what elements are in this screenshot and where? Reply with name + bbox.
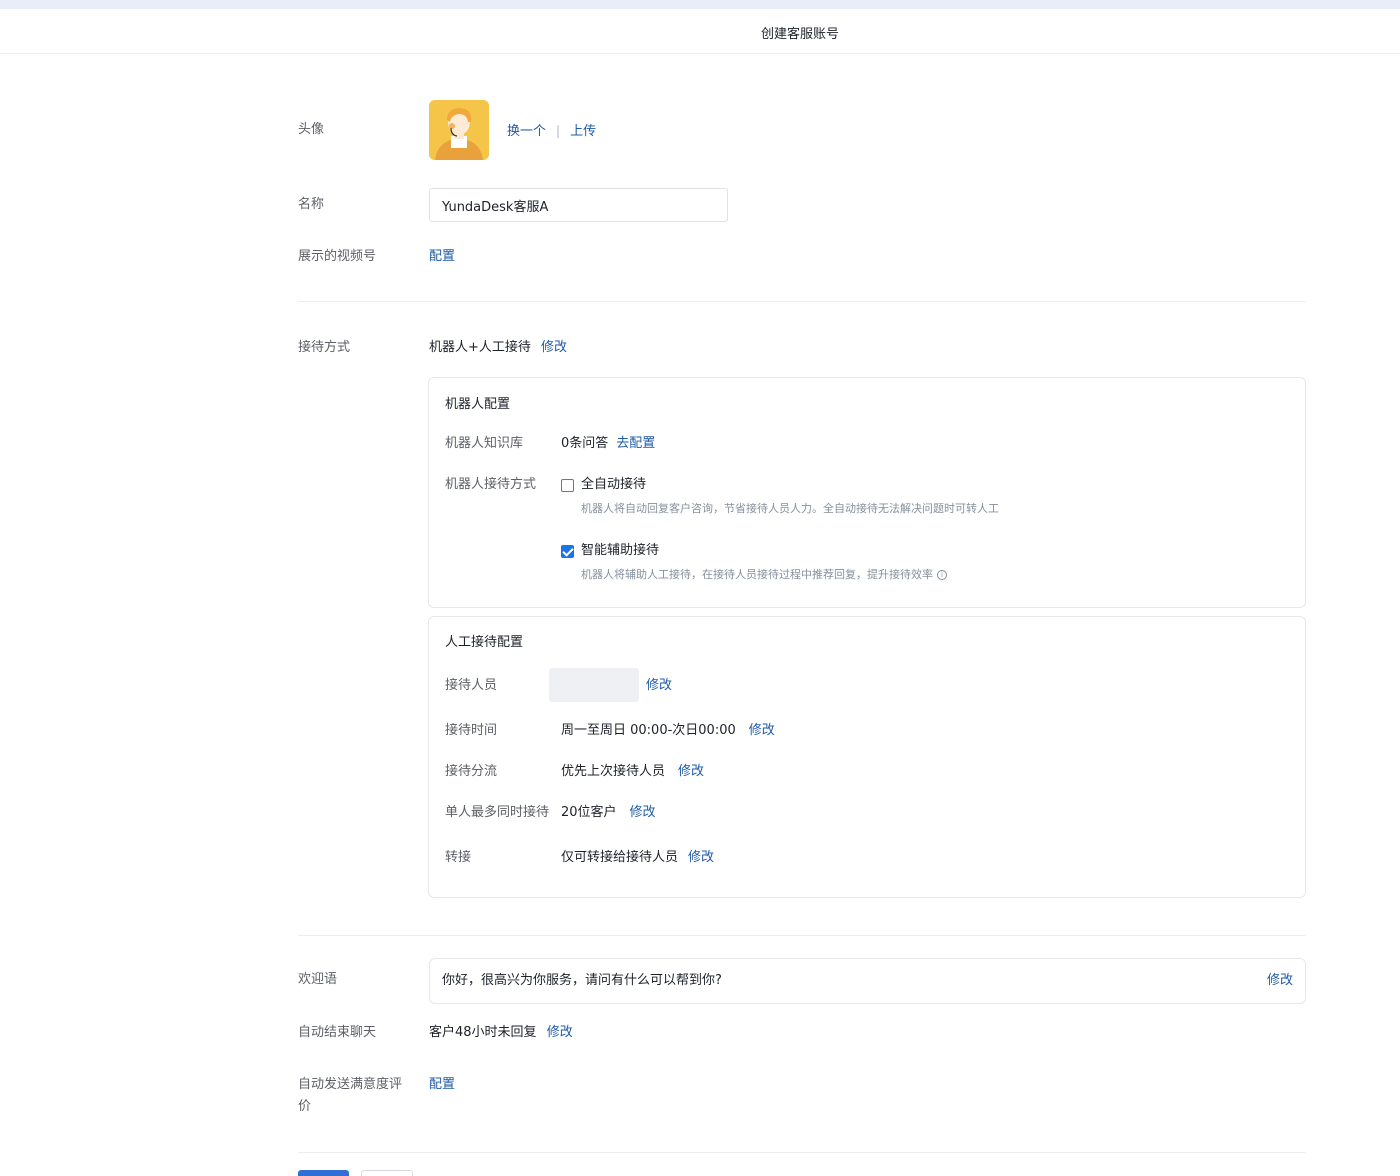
- human-config-title: 人工接待配置: [445, 635, 524, 650]
- top-strip: [0, 0, 1400, 9]
- robot-config-card: 机器人配置 机器人知识库 0条问答 去配置 机器人接待方式 全自动接待 机器人将自…: [428, 377, 1306, 608]
- satisfaction-label: 自动发送满意度评 价: [298, 1074, 402, 1118]
- dispatch-label: 接待分流: [445, 764, 498, 779]
- robot-mode-label: 机器人接待方式: [445, 477, 537, 492]
- welcome-message-text: 你好，很高兴为你服务，请问有什么可以帮到你?: [442, 973, 722, 988]
- transfer-row: 仅可转接给接待人员 修改: [561, 848, 714, 868]
- time-value: 周一至周日 00:00-次日00:00: [561, 723, 736, 738]
- time-row: 周一至周日 00:00-次日00:00 修改: [561, 721, 775, 741]
- avatar-actions: 换一个 | 上传: [507, 120, 596, 143]
- avatar: [429, 100, 489, 160]
- transfer-label: 转接: [445, 850, 472, 865]
- welcome-edit-link[interactable]: 修改: [1267, 971, 1293, 991]
- max-concurrent-label: 单人最多同时接待: [445, 805, 550, 820]
- divider: [298, 935, 1306, 936]
- time-edit-link[interactable]: 修改: [749, 723, 775, 738]
- satisfaction-label-line1: 自动发送满意度评: [298, 1077, 403, 1092]
- reception-mode-label: 接待方式: [298, 340, 351, 355]
- full-auto-label[interactable]: 全自动接待: [581, 475, 646, 495]
- human-config-card: 人工接待配置 接待人员 修改 接待时间 周一至周日 00:00-次日00:00 修…: [428, 616, 1306, 898]
- avatar-image: [429, 100, 489, 160]
- full-auto-description: 机器人将自动回复客户咨询，节省接待人员人力。全自动接待无法解决问题时可转人工: [581, 502, 999, 515]
- video-config-link[interactable]: 配置: [429, 246, 455, 268]
- video-account-label: 展示的视频号: [298, 249, 377, 264]
- robot-kb-label: 机器人知识库: [445, 436, 524, 451]
- auto-end-label: 自动结束聊天: [298, 1025, 377, 1040]
- confirm-button[interactable]: [298, 1170, 349, 1176]
- staff-label: 接待人员: [445, 678, 498, 693]
- info-icon[interactable]: i: [937, 570, 947, 580]
- welcome-label: 欢迎语: [298, 972, 338, 987]
- staff-edit-link[interactable]: 修改: [646, 676, 672, 696]
- dispatch-row: 优先上次接待人员 修改: [561, 762, 704, 782]
- dispatch-edit-link[interactable]: 修改: [678, 764, 704, 779]
- smart-assist-label[interactable]: 智能辅助接待: [581, 541, 659, 561]
- auto-end-value: 客户48小时未回复: [429, 1025, 537, 1040]
- full-auto-checkbox[interactable]: [561, 479, 574, 492]
- satisfaction-label-line2: 价: [298, 1099, 312, 1114]
- time-label: 接待时间: [445, 723, 498, 738]
- max-concurrent-row: 20位客户 修改: [561, 803, 656, 823]
- welcome-message-box: 你好，很高兴为你服务，请问有什么可以帮到你? 修改: [429, 958, 1306, 1004]
- reception-mode-value: 机器人+人工接待: [429, 340, 531, 355]
- robot-kb-row: 0条问答 去配置: [561, 434, 655, 454]
- smart-assist-description-row: 机器人将辅助人工接待，在接待人员接待过程中推荐回复，提升接待效率 i: [581, 566, 947, 584]
- cancel-button[interactable]: [361, 1170, 413, 1176]
- avatar-actions-separator: |: [556, 124, 561, 138]
- staff-list-placeholder: [549, 668, 639, 702]
- smart-assist-description: 机器人将辅助人工接待，在接待人员接待过程中推荐回复，提升接待效率: [581, 568, 933, 581]
- name-input[interactable]: [429, 188, 728, 222]
- smart-assist-checkbox[interactable]: [561, 545, 574, 558]
- robot-kb-value: 0条问答: [561, 436, 609, 451]
- auto-end-edit-link[interactable]: 修改: [547, 1025, 573, 1040]
- robot-kb-config-link[interactable]: 去配置: [616, 436, 655, 451]
- name-label: 名称: [298, 197, 325, 212]
- transfer-edit-link[interactable]: 修改: [688, 850, 714, 865]
- satisfaction-config-link[interactable]: 配置: [429, 1074, 455, 1096]
- upload-avatar-link[interactable]: 上传: [570, 124, 596, 139]
- page-title: 创建客服账号: [760, 27, 839, 42]
- max-concurrent-edit-link[interactable]: 修改: [630, 805, 656, 820]
- dispatch-value: 优先上次接待人员: [561, 764, 666, 779]
- transfer-value: 仅可转接给接待人员: [561, 850, 679, 865]
- auto-end-row: 客户48小时未回复 修改: [429, 1022, 573, 1044]
- divider: [298, 301, 1306, 302]
- robot-config-title: 机器人配置: [445, 397, 511, 412]
- reception-mode-row: 机器人+人工接待 修改: [429, 337, 567, 359]
- page-header: 创建客服账号: [0, 9, 1400, 54]
- avatar-label: 头像: [298, 122, 325, 137]
- reception-mode-edit-link[interactable]: 修改: [541, 340, 567, 355]
- divider: [298, 1152, 1306, 1153]
- change-avatar-link[interactable]: 换一个: [507, 124, 546, 139]
- max-concurrent-value: 20位客户: [561, 805, 617, 820]
